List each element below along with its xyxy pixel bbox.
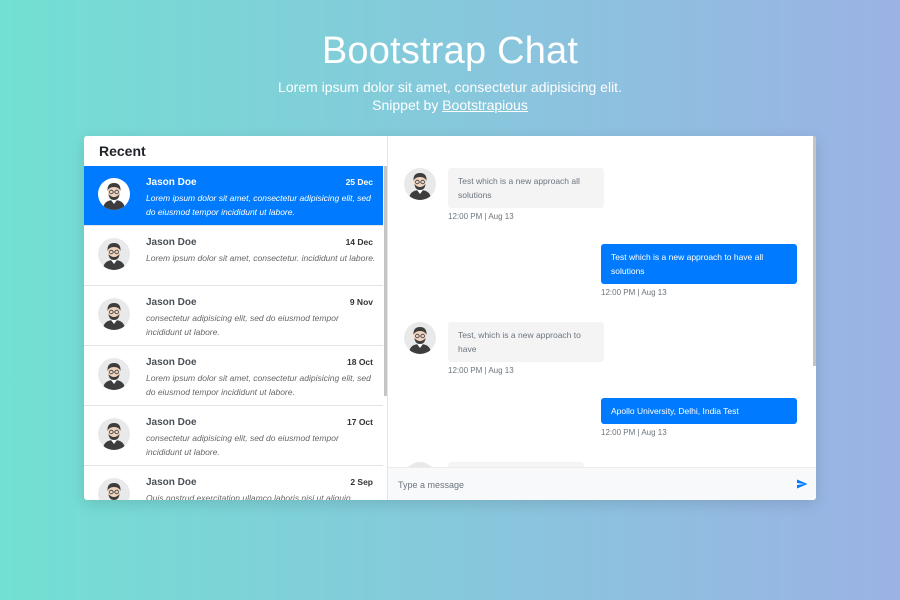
conversation-date: 2 Sep <box>350 477 373 487</box>
user-avatar-icon <box>98 358 130 390</box>
chat-panel: Test which is a new approach all solutio… <box>388 136 816 500</box>
conversation-preview: Lorem ipsum dolor sit amet, consectetur.… <box>146 253 376 263</box>
bootstrapious-link[interactable]: Bootstrapious <box>442 97 528 113</box>
message-bubble: Test, which is a new approach to have <box>448 322 604 362</box>
message-thread: Test which is a new approach all solutio… <box>388 136 812 468</box>
conversation-preview: Lorem ipsum dolor sit amet, consectetur … <box>146 373 371 397</box>
conversation-item[interactable]: Jason Doe 17 Oct consectetur adipisicing e… <box>84 406 383 466</box>
conversation-name: Jason Doe <box>146 177 197 188</box>
conversation-date: 17 Oct <box>347 417 373 427</box>
conversation-name: Jason Doe <box>146 477 197 488</box>
message-bubble: Test which is a new approach all solutio… <box>448 168 604 208</box>
user-avatar-icon <box>98 418 130 450</box>
send-icon[interactable] <box>796 478 808 490</box>
snippet-credit: Snippet by Bootstrapious <box>0 97 900 113</box>
message-composer <box>388 467 816 500</box>
incoming-message: Test, which is a new approach to have 12:… <box>404 322 604 382</box>
user-avatar-icon <box>98 298 130 330</box>
message-input[interactable] <box>396 474 780 496</box>
conversation-name: Jason Doe <box>146 357 197 368</box>
conversation-item[interactable]: Jason Doe 2 Sep Quis nostrud exercitation … <box>84 466 383 500</box>
user-avatar-icon <box>98 178 130 210</box>
conversation-preview: consectetur adipisicing elit, sed do eiu… <box>146 433 339 457</box>
incoming-message: Test which is a new approach all solutio… <box>404 168 604 228</box>
page-subtitle: Lorem ipsum dolor sit amet, consectetur … <box>278 79 622 95</box>
recent-panel: Recent Jason Doe 25 Dec Lorem ipsum dolor … <box>84 136 388 500</box>
conversation-preview: Lorem ipsum dolor sit amet, consectetur … <box>146 193 371 217</box>
conversation-name: Jason Doe <box>146 237 197 248</box>
message-timestamp: 12:00 PM | Aug 13 <box>448 212 514 221</box>
conversation-item[interactable]: Jason Doe 25 Dec Lorem ipsum dolor sit ame… <box>84 166 383 226</box>
user-avatar-icon <box>98 238 130 270</box>
conversation-item[interactable]: Jason Doe 9 Nov consectetur adipisicing el… <box>84 286 383 346</box>
snippet-prefix: Snippet by <box>372 97 443 113</box>
conversation-preview: consectetur adipisicing elit, sed do eiu… <box>146 313 339 337</box>
conversation-list-scrollbar[interactable] <box>384 166 387 396</box>
user-avatar-icon <box>98 478 130 500</box>
hero-header: Bootstrap Chat Lorem ipsum dolor sit ame… <box>0 30 900 113</box>
recent-title: Recent <box>99 143 146 159</box>
user-avatar-icon <box>404 168 436 200</box>
outgoing-message-bubble: Test which is a new approach to have all… <box>601 244 797 284</box>
outgoing-message-bubble: Apollo University, Delhi, India Test <box>601 398 797 424</box>
conversation-item[interactable]: Jason Doe 18 Oct Lorem ipsum dolor sit ame… <box>84 346 383 406</box>
conversation-preview: Quis nostrud exercitation ullamco labori… <box>146 493 351 500</box>
message-timestamp: 12:00 PM | Aug 13 <box>601 428 667 437</box>
page-title: Bootstrap Chat <box>321 30 579 72</box>
user-avatar-icon <box>404 322 436 354</box>
conversation-date: 14 Dec <box>345 237 373 247</box>
message-thread-scrollbar[interactable] <box>813 136 816 366</box>
conversation-date: 18 Oct <box>347 357 373 367</box>
chat-card: Recent Jason Doe 25 Dec Lorem ipsum dolor … <box>84 136 816 500</box>
conversation-date: 9 Nov <box>349 297 373 307</box>
message-timestamp: 12:00 PM | Aug 13 <box>601 288 667 297</box>
conversation-date: 25 Dec <box>345 177 373 187</box>
conversation-name: Jason Doe <box>146 297 197 308</box>
conversation-name: Jason Doe <box>146 417 197 428</box>
message-timestamp: 12:00 PM | Aug 13 <box>448 366 514 375</box>
conversation-list: Jason Doe 25 Dec Lorem ipsum dolor sit ame… <box>84 166 383 500</box>
conversation-item[interactable]: Jason Doe 14 Dec Lorem ipsum dolor sit ame… <box>84 226 383 286</box>
